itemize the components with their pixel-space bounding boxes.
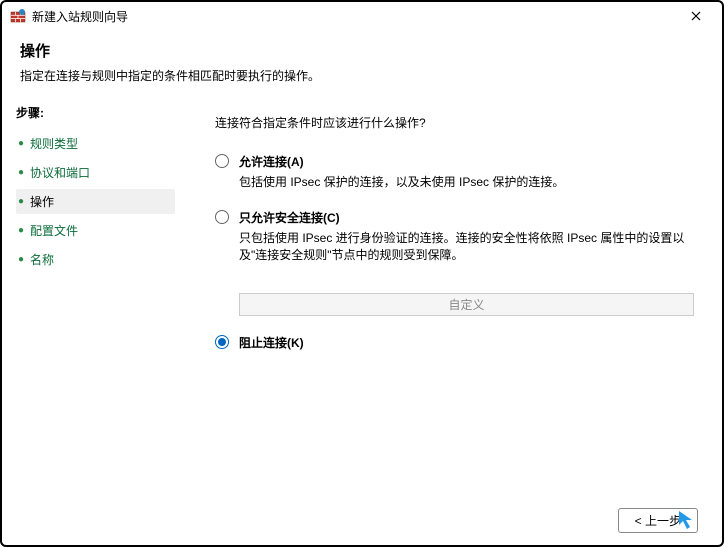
step-label: 协议和端口 — [30, 164, 90, 181]
option-block: 阻止连接(K) — [215, 334, 694, 355]
step-label: 操作 — [30, 193, 54, 210]
cursor-icon — [677, 509, 705, 534]
option-allow-secure: 只允许安全连接(C) 只包括使用 IPsec 进行身份验证的连接。连接的安全性将依… — [215, 209, 694, 264]
option-label-allow[interactable]: 允许连接(A) — [239, 153, 694, 170]
option-label-block[interactable]: 阻止连接(K) — [239, 334, 694, 351]
option-allow: 允许连接(A) 包括使用 IPsec 保护的连接，以及未使用 IPsec 保护的连… — [215, 153, 694, 191]
back-button-label: < 上一步 — [635, 512, 681, 529]
step-label: 规则类型 — [30, 135, 78, 152]
action-question: 连接符合指定条件时应该进行什么操作? — [215, 114, 694, 131]
wizard-header: 操作 指定在连接与规则中指定的条件相匹配时要执行的操作。 — [2, 30, 722, 96]
page-subtitle: 指定在连接与规则中指定的条件相匹配时要执行的操作。 — [20, 67, 704, 84]
options-group: 允许连接(A) 包括使用 IPsec 保护的连接，以及未使用 IPsec 保护的连… — [215, 153, 694, 355]
steps-sidebar: 步骤: ● 规则类型 ● 协议和端口 ● 操作 ● 配置文件 ● 名称 — [2, 96, 187, 507]
page-title: 操作 — [20, 40, 704, 61]
step-item-4[interactable]: ● 名称 — [16, 247, 175, 272]
bullet-icon: ● — [18, 254, 24, 265]
step-label: 名称 — [30, 251, 54, 268]
step-label: 配置文件 — [30, 222, 78, 239]
option-desc-allow-secure: 只包括使用 IPsec 进行身份验证的连接。连接的安全性将依照 IPsec 属性… — [239, 230, 694, 264]
bullet-icon: ● — [18, 167, 24, 178]
step-item-2[interactable]: ● 操作 — [16, 189, 175, 214]
wizard-footer: < 上一步 — [2, 495, 722, 545]
radio-allow-secure[interactable] — [215, 210, 229, 224]
close-button[interactable] — [678, 2, 714, 30]
bullet-icon: ● — [18, 225, 24, 236]
window-title: 新建入站规则向导 — [32, 8, 128, 25]
bullet-icon: ● — [18, 138, 24, 149]
titlebar: 新建入站规则向导 — [2, 2, 722, 30]
step-item-0[interactable]: ● 规则类型 — [16, 131, 175, 156]
radio-allow[interactable] — [215, 154, 229, 168]
bullet-icon: ● — [18, 196, 24, 207]
radio-block[interactable] — [215, 335, 229, 349]
option-desc-allow: 包括使用 IPsec 保护的连接，以及未使用 IPsec 保护的连接。 — [239, 174, 694, 191]
back-button[interactable]: < 上一步 — [618, 508, 698, 533]
step-item-1[interactable]: ● 协议和端口 — [16, 160, 175, 185]
firewall-icon — [10, 8, 26, 24]
customize-button: 自定义 — [239, 293, 694, 316]
option-label-allow-secure[interactable]: 只允许安全连接(C) — [239, 209, 694, 226]
step-item-3[interactable]: ● 配置文件 — [16, 218, 175, 243]
main-panel: 连接符合指定条件时应该进行什么操作? 允许连接(A) 包括使用 IPsec 保护的… — [187, 96, 722, 507]
steps-heading: 步骤: — [16, 104, 175, 121]
